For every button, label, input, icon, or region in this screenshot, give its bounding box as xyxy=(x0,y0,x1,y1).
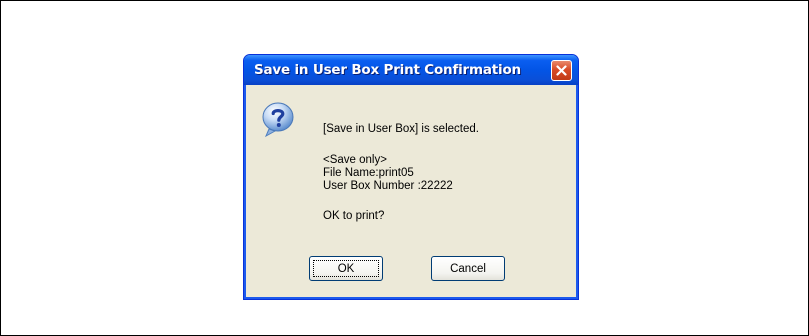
confirm-question-text: OK to print? xyxy=(323,210,385,222)
file-name-text: File Name:print05 xyxy=(323,167,414,179)
dialog-titlebar[interactable]: Save in User Box Print Confirmation xyxy=(244,55,578,85)
question-icon xyxy=(262,102,294,138)
ok-button[interactable]: OK xyxy=(309,256,383,281)
screen-frame: Save in User Box Print Confirmation [Sav… xyxy=(0,0,809,336)
cancel-button-label: Cancel xyxy=(450,262,486,275)
close-button[interactable] xyxy=(551,60,572,81)
user-box-number-text: User Box Number :22222 xyxy=(323,180,453,192)
cancel-button[interactable]: Cancel xyxy=(431,256,505,281)
close-icon xyxy=(556,65,567,76)
confirmation-dialog: Save in User Box Print Confirmation [Sav… xyxy=(243,54,579,300)
selection-message: [Save in User Box] is selected. xyxy=(323,123,479,135)
focus-ring xyxy=(313,260,379,277)
dialog-title: Save in User Box Print Confirmation xyxy=(254,62,521,78)
save-mode-text: <Save only> xyxy=(323,154,387,166)
